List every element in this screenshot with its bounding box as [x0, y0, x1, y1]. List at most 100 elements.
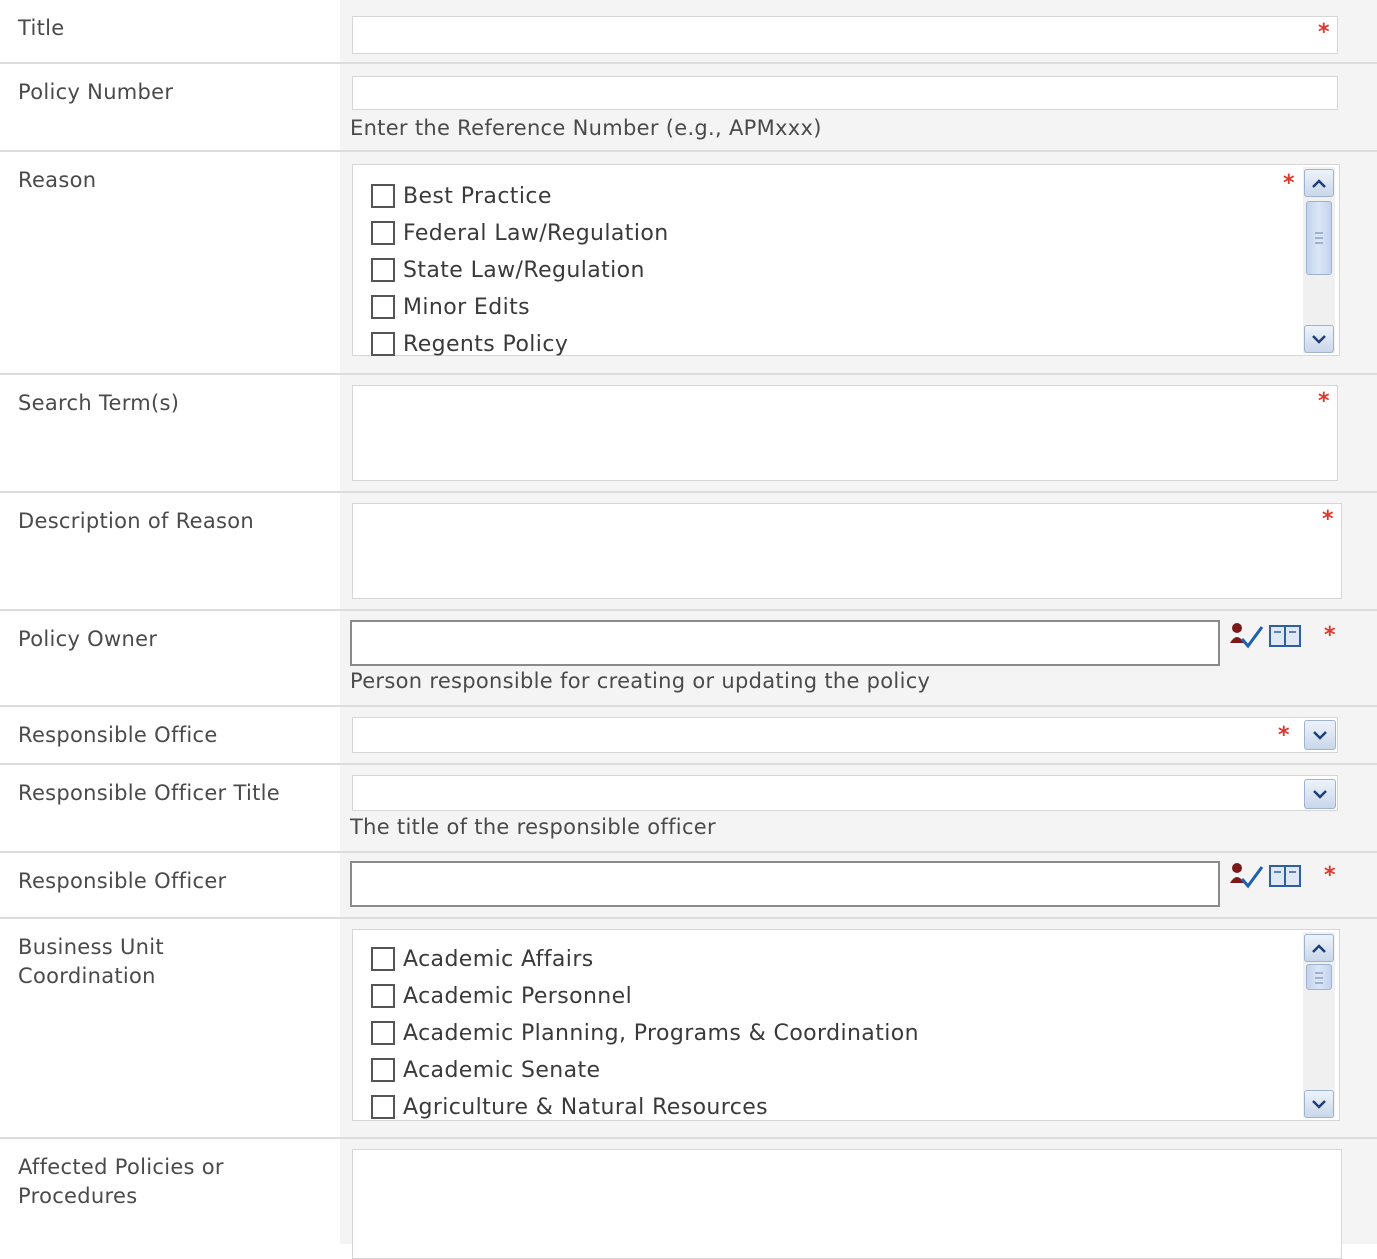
policy-owner-label: Policy Owner	[18, 627, 158, 651]
checkbox[interactable]	[371, 1058, 395, 1082]
scroll-thumb[interactable]	[1306, 964, 1332, 990]
policy-owner-hint: Person responsible for creating or updat…	[350, 669, 931, 693]
checkbox[interactable]	[371, 984, 395, 1008]
affected-policies-field-area	[340, 1139, 1377, 1259]
responsible-officer-field-area: *	[340, 853, 1377, 917]
responsible-officer-title-select[interactable]	[352, 775, 1338, 811]
row-policy-owner: Policy Owner * Person responsible for cr…	[0, 611, 1377, 707]
business-unit-scrollbar[interactable]	[1303, 932, 1335, 1118]
title-input[interactable]	[352, 16, 1338, 54]
reason-option-minor-edits[interactable]: Minor Edits	[371, 292, 530, 322]
reason-option-label: Regents Policy	[403, 331, 569, 357]
responsible-office-select[interactable]	[352, 717, 1338, 753]
business-unit-option-label: Academic Senate	[403, 1057, 601, 1083]
checkbox[interactable]	[371, 184, 395, 208]
chevron-up-icon	[1312, 179, 1326, 188]
check-names-icon[interactable]	[1228, 861, 1264, 891]
reason-option-state-law[interactable]: State Law/Regulation	[371, 255, 645, 285]
policy-owner-field-area: * Person responsible for creating or upd…	[340, 611, 1377, 705]
affected-policies-textarea[interactable]	[352, 1149, 1342, 1259]
business-unit-option-academic-senate[interactable]: Academic Senate	[371, 1055, 600, 1085]
checkbox[interactable]	[371, 332, 395, 356]
address-book-icon[interactable]	[1268, 623, 1302, 649]
chevron-down-icon	[1313, 790, 1327, 799]
required-marker: *	[1324, 863, 1336, 888]
reason-option-federal-law[interactable]: Federal Law/Regulation	[371, 218, 669, 248]
reason-checkbox-list: Best Practice Federal Law/Regulation Sta…	[352, 164, 1340, 359]
row-search-terms: Search Term(s) *	[0, 375, 1377, 493]
reason-option-label: Federal Law/Regulation	[403, 220, 669, 246]
checkbox[interactable]	[371, 295, 395, 319]
business-unit-option-label: Academic Personnel	[403, 983, 633, 1009]
reason-option-label: Minor Edits	[403, 294, 531, 320]
reason-option-label: State Law/Regulation	[403, 257, 645, 283]
scroll-thumb[interactable]	[1306, 201, 1332, 275]
policy-number-field-area: Enter the Reference Number (e.g., APMxxx…	[340, 64, 1377, 150]
search-terms-label: Search Term(s)	[18, 391, 180, 415]
scroll-down-button[interactable]	[1304, 325, 1334, 353]
row-responsible-office: Responsible Office *	[0, 707, 1377, 765]
business-unit-option-agriculture[interactable]: Agriculture & Natural Resources	[371, 1092, 768, 1122]
business-unit-option-academic-affairs[interactable]: Academic Affairs	[371, 944, 594, 974]
policy-number-input[interactable]	[352, 76, 1338, 110]
search-terms-field-area: *	[340, 375, 1377, 491]
row-affected-policies: Affected Policies or Procedures	[0, 1139, 1377, 1259]
row-policy-number: Policy Number Enter the Reference Number…	[0, 64, 1377, 152]
business-unit-option-label: Academic Affairs	[403, 946, 594, 972]
title-label: Title	[18, 16, 65, 40]
responsible-officer-people-picker[interactable]	[350, 861, 1220, 907]
reason-field-area: Best Practice Federal Law/Regulation Sta…	[340, 152, 1377, 373]
scroll-down-button[interactable]	[1304, 1090, 1334, 1118]
business-unit-coordination-label: Business Unit Coordination	[18, 935, 164, 988]
checkbox[interactable]	[371, 258, 395, 282]
check-names-icon[interactable]	[1228, 621, 1264, 651]
required-marker: *	[1278, 723, 1290, 748]
reason-scrollbar[interactable]	[1303, 167, 1335, 353]
responsible-office-field-area: *	[340, 707, 1377, 763]
address-book-icon[interactable]	[1268, 863, 1302, 889]
reason-option-best-practice[interactable]: Best Practice	[371, 181, 552, 211]
row-responsible-officer: Responsible Officer *	[0, 853, 1377, 919]
scroll-up-button[interactable]	[1304, 169, 1334, 197]
business-unit-option-label: Agriculture & Natural Resources	[403, 1094, 769, 1120]
required-marker: *	[1324, 623, 1336, 648]
checkbox[interactable]	[371, 221, 395, 245]
chevron-down-icon	[1312, 335, 1326, 344]
business-unit-option-academic-personnel[interactable]: Academic Personnel	[371, 981, 632, 1011]
row-description-of-reason: Description of Reason *	[0, 493, 1377, 611]
checkbox[interactable]	[371, 1021, 395, 1045]
row-responsible-officer-title: Responsible Officer Title The title of t…	[0, 765, 1377, 853]
chevron-down-icon	[1313, 731, 1327, 740]
responsible-office-dropdown-button[interactable]	[1304, 720, 1336, 750]
title-field-area: *	[340, 0, 1377, 62]
business-unit-option-label: Academic Planning, Programs & Coordinati…	[403, 1020, 919, 1046]
description-of-reason-textarea[interactable]	[352, 503, 1342, 599]
search-terms-textarea[interactable]	[352, 385, 1338, 481]
business-unit-coordination-field-area: Academic Affairs Academic Personnel Acad…	[340, 919, 1377, 1137]
business-unit-checkbox-list: Academic Affairs Academic Personnel Acad…	[352, 929, 1340, 1121]
responsible-officer-picker-actions	[1228, 861, 1302, 891]
description-of-reason-label: Description of Reason	[18, 509, 255, 533]
checkbox[interactable]	[371, 947, 395, 971]
row-business-unit-coordination: Business Unit Coordination Academic Affa…	[0, 919, 1377, 1139]
policy-number-label: Policy Number	[18, 80, 174, 104]
scroll-up-button[interactable]	[1304, 934, 1334, 962]
policy-owner-people-picker[interactable]	[350, 620, 1220, 666]
policy-owner-picker-actions	[1228, 621, 1302, 651]
responsible-officer-label: Responsible Officer	[18, 869, 227, 893]
policy-form: Title * Policy Number Enter the Referenc…	[0, 0, 1377, 1259]
row-title: Title *	[0, 0, 1377, 64]
responsible-officer-title-dropdown-button[interactable]	[1304, 779, 1336, 809]
business-unit-option-academic-planning[interactable]: Academic Planning, Programs & Coordinati…	[371, 1018, 919, 1048]
reason-option-label: Best Practice	[403, 183, 552, 209]
affected-policies-label: Affected Policies or Procedures	[18, 1155, 224, 1208]
responsible-officer-title-field-area: The title of the responsible officer	[340, 765, 1377, 851]
description-of-reason-field-area: *	[340, 493, 1377, 609]
policy-number-hint: Enter the Reference Number (e.g., APMxxx…	[350, 116, 822, 140]
reason-option-regents-policy[interactable]: Regents Policy	[371, 329, 568, 359]
required-marker: *	[1322, 507, 1334, 532]
required-marker: *	[1283, 171, 1295, 196]
responsible-office-label: Responsible Office	[18, 723, 218, 747]
reason-label: Reason	[18, 168, 97, 192]
checkbox[interactable]	[371, 1095, 395, 1119]
